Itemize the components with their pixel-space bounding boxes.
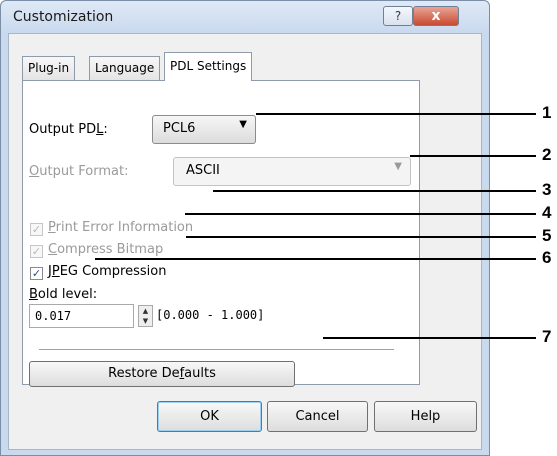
callout-leader-1 bbox=[256, 113, 536, 115]
close-icon[interactable]: x bbox=[413, 6, 459, 26]
callout-6: 6 bbox=[542, 248, 552, 267]
callout-leader-4 bbox=[185, 213, 536, 215]
callout-leader-5 bbox=[186, 236, 536, 238]
callout-4: 4 bbox=[542, 203, 552, 222]
tab-pdl-settings[interactable]: PDL Settings bbox=[164, 52, 253, 81]
callout-leader-6 bbox=[95, 258, 536, 260]
jpeg-compression-label: JPEG Compression bbox=[48, 264, 167, 279]
help-icon[interactable]: ? bbox=[383, 6, 413, 26]
print-error-checkbox[interactable]: ✓ bbox=[30, 223, 43, 236]
separator bbox=[39, 349, 394, 351]
title-bar[interactable]: Customization ? x bbox=[1, 1, 489, 33]
callout-5: 5 bbox=[542, 226, 552, 245]
tab-plug-in[interactable]: Plug-in bbox=[22, 56, 76, 80]
pdl-settings-panel: Output PDL: PCL6 ▼ Output Format: ASCII … bbox=[22, 80, 420, 387]
help-button[interactable]: Help bbox=[374, 401, 477, 432]
restore-defaults-button[interactable]: Restore Defaults bbox=[29, 361, 295, 387]
tab-language[interactable]: Language bbox=[89, 56, 161, 80]
callout-2: 2 bbox=[542, 145, 552, 164]
output-format-select[interactable]: ASCII ▼ bbox=[173, 157, 411, 186]
callout-1: 1 bbox=[542, 103, 552, 122]
output-format-label: Output Format: bbox=[29, 164, 129, 179]
bold-level-input[interactable]: 0.017 bbox=[29, 304, 134, 328]
callout-7: 7 bbox=[542, 327, 552, 346]
jpeg-compression-checkbox[interactable]: ✓ bbox=[30, 267, 43, 280]
callout-leader-2 bbox=[410, 155, 536, 157]
chevron-down-icon: ▼ bbox=[394, 161, 402, 172]
print-error-label: Print Error Information bbox=[48, 220, 194, 235]
output-pdl-select[interactable]: PCL6 ▼ bbox=[152, 115, 256, 144]
callout-leader-3 bbox=[213, 190, 536, 192]
chevron-down-icon: ▼ bbox=[239, 119, 247, 130]
compress-bitmap-label: Compress Bitmap bbox=[48, 242, 164, 257]
bold-level-label: Bold level: bbox=[29, 287, 98, 302]
callout-leader-7 bbox=[323, 337, 536, 339]
ok-button[interactable]: OK bbox=[157, 401, 262, 432]
cancel-button[interactable]: Cancel bbox=[267, 401, 368, 432]
bold-level-stepper[interactable]: ▲ ▼ bbox=[138, 305, 153, 327]
dialog-body: Plug-in Language PDL Settings Output PDL… bbox=[8, 33, 482, 450]
compress-bitmap-checkbox[interactable]: ✓ bbox=[30, 245, 43, 258]
callout-3: 3 bbox=[542, 180, 552, 199]
output-pdl-label: Output PDL: bbox=[29, 122, 108, 137]
customization-dialog: Customization ? x Plug-in Language PDL S… bbox=[0, 0, 490, 456]
window-title: Customization bbox=[13, 9, 114, 25]
bold-level-range: [0.000 - 1.000] bbox=[156, 308, 265, 322]
